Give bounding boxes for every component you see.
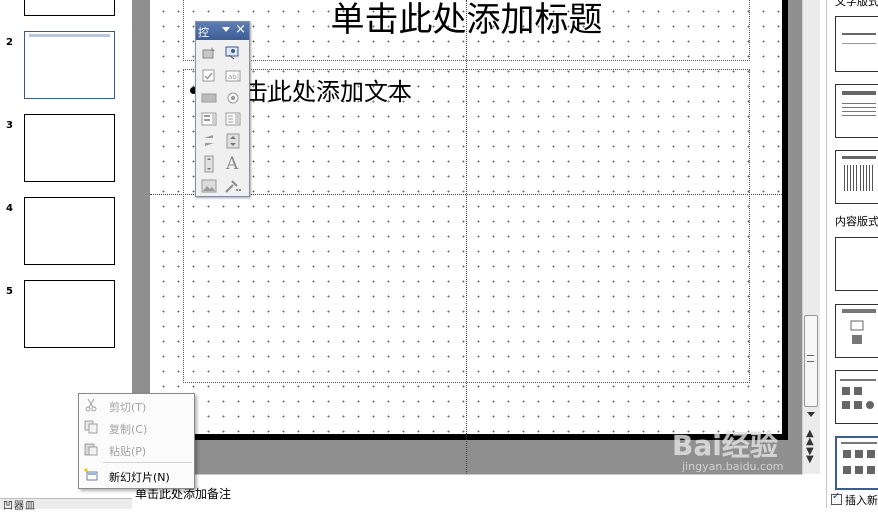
menu-item-cut[interactable]: 剪切(T) <box>79 395 194 416</box>
vertical-scrollbar[interactable]: ▲ ▲ ▼ ▼ <box>802 0 820 474</box>
body-placeholder-text[interactable]: 击此处添加文本 <box>244 77 412 107</box>
paste-icon <box>84 443 98 456</box>
select-objects-icon[interactable] <box>200 44 218 62</box>
view-buttons-bar: 凹器皿 <box>0 497 132 512</box>
copy-icon <box>84 420 98 434</box>
svg-text:A: A <box>225 154 239 172</box>
menu-item-new-slide[interactable]: 新幻灯片(N) <box>79 465 194 486</box>
checkbox-icon[interactable] <box>831 491 842 505</box>
watermark-url: jingyan.baidu.com <box>682 460 784 473</box>
control-toolbox[interactable]: 控 × ab| A <box>195 21 250 197</box>
toolbox-menu-icon[interactable] <box>222 27 230 32</box>
slide-shadow <box>782 0 788 440</box>
svg-text:ab|: ab| <box>228 73 239 81</box>
slide-number-4: 4 <box>6 203 13 214</box>
menu-separator <box>103 462 192 463</box>
layout-title-and-text[interactable] <box>835 84 878 138</box>
command-button-icon[interactable] <box>200 89 218 107</box>
image-icon[interactable] <box>200 177 218 195</box>
scissors-icon <box>85 398 97 412</box>
view-buttons[interactable]: 凹器皿 <box>3 497 36 512</box>
menu-item-paste[interactable]: 粘贴(P) <box>79 439 194 460</box>
text-layouts-label: 文字版式 <box>835 0 878 8</box>
context-menu: 剪切(T) 复制(C) 粘贴(P) 新幻灯片(N) <box>78 393 195 489</box>
scrollbar-grip-icon <box>807 355 814 362</box>
close-icon[interactable]: × <box>235 22 246 37</box>
slide-number-5: 5 <box>6 286 13 297</box>
toolbox-titlebar[interactable]: 控 × <box>196 22 249 40</box>
scrollbar-icon[interactable] <box>200 155 218 173</box>
combobox-icon[interactable] <box>224 110 242 128</box>
layout-four-contents[interactable] <box>835 436 878 490</box>
label-icon[interactable]: A <box>224 154 242 172</box>
more-controls-icon[interactable] <box>224 44 242 62</box>
menu-item-copy[interactable]: 复制(C) <box>79 417 194 438</box>
textbox-icon[interactable]: ab| <box>224 67 242 85</box>
toolbox-title: 控 <box>198 26 209 39</box>
slide-thumbnail-3[interactable] <box>24 114 115 182</box>
listbox-icon[interactable] <box>200 110 218 128</box>
layout-title-and-content[interactable] <box>835 304 878 358</box>
insert-new-label: 插入新 <box>845 494 878 507</box>
checkbox-icon[interactable] <box>200 67 218 85</box>
new-slide-icon <box>84 468 98 481</box>
slide-layout-task-pane: 文字版式 内容版式 插入新 <box>826 0 878 508</box>
watermark-brand: Bai经验 <box>672 429 778 462</box>
body-placeholder[interactable] <box>183 69 750 383</box>
slide-number-3: 3 <box>6 120 13 131</box>
slide-thumbnail-1[interactable] <box>24 0 115 16</box>
spin-button-icon[interactable] <box>224 132 242 150</box>
slide-thumbnail-5[interactable] <box>24 280 115 348</box>
layout-blank[interactable] <box>835 237 878 291</box>
layout-title-only[interactable] <box>835 16 878 72</box>
option-button-icon[interactable] <box>224 89 242 107</box>
content-layouts-label: 内容版式 <box>835 215 878 228</box>
properties-icon[interactable] <box>224 177 242 195</box>
insert-new-slide-checkbox[interactable]: 插入新 <box>831 491 878 508</box>
slide-number-2: 2 <box>6 37 13 48</box>
baidu-jingyan-watermark: Bai经验 jingyan.baidu.com <box>672 420 832 476</box>
title-placeholder-text[interactable]: 单击此处添加标题 <box>183 0 750 40</box>
layout-title-and-two-columns[interactable] <box>835 150 878 204</box>
slide-thumbnail-2[interactable] <box>24 31 115 99</box>
layout-title-and-two-contents[interactable] <box>835 370 878 424</box>
toggle-button-icon[interactable] <box>200 132 218 150</box>
notes-pane[interactable]: 单击此处添加备注 <box>132 474 802 509</box>
slide-thumbnail-4[interactable] <box>24 197 115 265</box>
scroll-down-icon[interactable] <box>807 412 815 417</box>
